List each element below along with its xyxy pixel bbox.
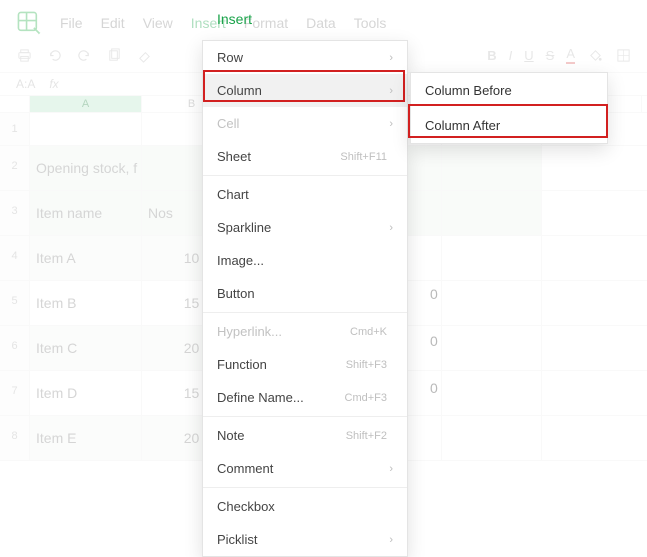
menu-label: Sparkline <box>217 220 389 235</box>
menu-label: Hyperlink... <box>217 324 350 339</box>
cell-reference-box[interactable]: A:A <box>16 77 35 91</box>
insert-sheet[interactable]: Sheet Shift+F11 <box>203 140 407 173</box>
column-submenu: Column Before Column After <box>410 72 608 144</box>
insert-function[interactable]: Function Shift+F3 <box>203 348 407 381</box>
insert-define-name[interactable]: Define Name... Cmd+F3 <box>203 381 407 414</box>
row-header[interactable]: 5 <box>0 281 30 325</box>
cell[interactable]: Item name <box>30 191 142 235</box>
menu-label: Comment <box>217 461 389 476</box>
menu-insert-active-label: Insert <box>217 11 252 27</box>
shortcut-label: Cmd+K <box>350 326 387 338</box>
shortcut-label: Shift+F11 <box>340 151 387 163</box>
chevron-right-icon: › <box>389 118 393 130</box>
menu-label: Column After <box>425 118 500 133</box>
menu-label: Chart <box>217 187 393 202</box>
row-header[interactable]: 8 <box>0 416 30 460</box>
fx-label: fx <box>49 77 58 91</box>
menu-tools[interactable]: Tools <box>354 15 387 31</box>
chevron-right-icon: › <box>389 463 393 475</box>
menu-label: Checkbox <box>217 499 393 514</box>
chevron-right-icon: › <box>389 534 393 546</box>
insert-note[interactable]: Note Shift+F2 <box>203 419 407 452</box>
menu-edit[interactable]: Edit <box>101 15 125 31</box>
row-header[interactable]: 7 <box>0 371 30 415</box>
insert-comment[interactable]: Comment › <box>203 452 407 485</box>
cell[interactable]: Item D <box>30 371 142 415</box>
insert-checkbox[interactable]: Checkbox <box>203 490 407 523</box>
column-after[interactable]: Column After <box>411 108 607 143</box>
menu-separator <box>203 175 407 176</box>
cell[interactable]: Opening stock, f <box>30 146 142 190</box>
column-before[interactable]: Column Before <box>411 73 607 108</box>
menu-label: Cell <box>217 116 389 131</box>
menu-label: Define Name... <box>217 390 345 405</box>
menu-separator <box>203 487 407 488</box>
chevron-right-icon: › <box>389 85 393 97</box>
shortcut-label: Cmd+F3 <box>345 392 388 404</box>
chevron-right-icon: › <box>389 222 393 234</box>
menu-label: Button <box>217 286 393 301</box>
chevron-right-icon: › <box>389 52 393 64</box>
print-icon[interactable] <box>16 47 32 63</box>
menu-separator <box>203 416 407 417</box>
insert-row[interactable]: Row › <box>203 41 407 74</box>
insert-hyperlink[interactable]: Hyperlink... Cmd+K <box>203 315 407 348</box>
cell-e5: 0 <box>430 333 438 349</box>
row-header[interactable]: 4 <box>0 236 30 280</box>
insert-column[interactable]: Column › <box>203 74 407 107</box>
menu-label: Column Before <box>425 83 512 98</box>
menu-label: Sheet <box>217 149 340 164</box>
cell[interactable] <box>30 113 142 145</box>
undo-icon[interactable] <box>46 47 62 63</box>
insert-chart[interactable]: Chart <box>203 178 407 211</box>
cell[interactable]: Item A <box>30 236 142 280</box>
menu-view[interactable]: View <box>143 15 173 31</box>
row-header[interactable]: 1 <box>0 113 30 145</box>
menu-data[interactable]: Data <box>306 15 336 31</box>
bold-button[interactable]: B <box>487 48 496 63</box>
insert-menu-dropdown: Row › Column › Cell › Sheet Shift+F11 Ch… <box>202 40 408 557</box>
menu-label: Column <box>217 83 389 98</box>
menu-file[interactable]: File <box>60 15 83 31</box>
menu-bar: File Edit View Insert Format Data Tools <box>0 0 647 42</box>
eraser-icon[interactable] <box>136 47 152 63</box>
menu-label: Picklist <box>217 532 389 547</box>
borders-icon[interactable] <box>615 47 631 63</box>
insert-image[interactable]: Image... <box>203 244 407 277</box>
copy-icon[interactable] <box>106 47 122 63</box>
cell[interactable]: Item C <box>30 326 142 370</box>
underline-button[interactable]: U <box>524 48 533 63</box>
cell-e6: 0 <box>430 380 438 396</box>
menu-label: Note <box>217 428 346 443</box>
cell[interactable]: Item E <box>30 416 142 460</box>
row-header[interactable]: 6 <box>0 326 30 370</box>
app-logo-icon <box>16 10 42 36</box>
row-header[interactable]: 2 <box>0 146 30 190</box>
insert-picklist[interactable]: Picklist › <box>203 523 407 556</box>
menu-label: Row <box>217 50 389 65</box>
col-header-a[interactable]: A <box>30 96 142 112</box>
row-header[interactable]: 3 <box>0 191 30 235</box>
insert-button[interactable]: Button <box>203 277 407 310</box>
insert-cell[interactable]: Cell › <box>203 107 407 140</box>
shortcut-label: Shift+F3 <box>346 359 387 371</box>
cell-e4: 0 <box>430 286 438 302</box>
fill-color-icon[interactable] <box>587 47 603 63</box>
redo-icon[interactable] <box>76 47 92 63</box>
shortcut-label: Shift+F2 <box>346 430 387 442</box>
insert-sparkline[interactable]: Sparkline › <box>203 211 407 244</box>
menu-label: Image... <box>217 253 393 268</box>
italic-button[interactable]: I <box>509 48 513 63</box>
cell[interactable]: Item B <box>30 281 142 325</box>
menu-label: Function <box>217 357 346 372</box>
menu-separator <box>203 312 407 313</box>
strike-button[interactable]: S <box>546 48 555 63</box>
text-color-button[interactable]: A <box>566 46 575 64</box>
